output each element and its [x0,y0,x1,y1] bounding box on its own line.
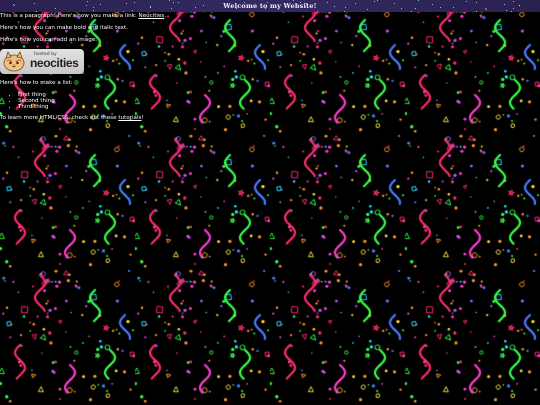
list-intro: Here's how to make a list: [0,80,73,86]
main-content: This is a paragraph! Here's how you make… [0,13,166,127]
tutorials-link[interactable]: tutorials [118,115,141,121]
example-list: First thing Second thing Third thing [0,92,166,110]
neocities-link[interactable]: Neocities [139,13,165,19]
neocities-cat-icon [3,51,25,72]
tutorials-paragraph: To learn more HTML/CSS, check out these … [0,115,144,121]
intro-paragraph: This is a paragraph! Here's how you make… [0,13,167,19]
hosted-by-neocities-badge[interactable]: hosted by neocities [0,49,84,74]
list-item: Third thing [18,104,166,110]
page-title: Welcome to my Website! [223,2,317,10]
badge-brand-label: neocities [30,56,79,70]
header-bar: Welcome to my Website! [0,0,540,12]
image-paragraph: Here's how you can add an image: [0,37,98,43]
formatting-paragraph: Here's how you can make bold and italic … [0,25,128,31]
